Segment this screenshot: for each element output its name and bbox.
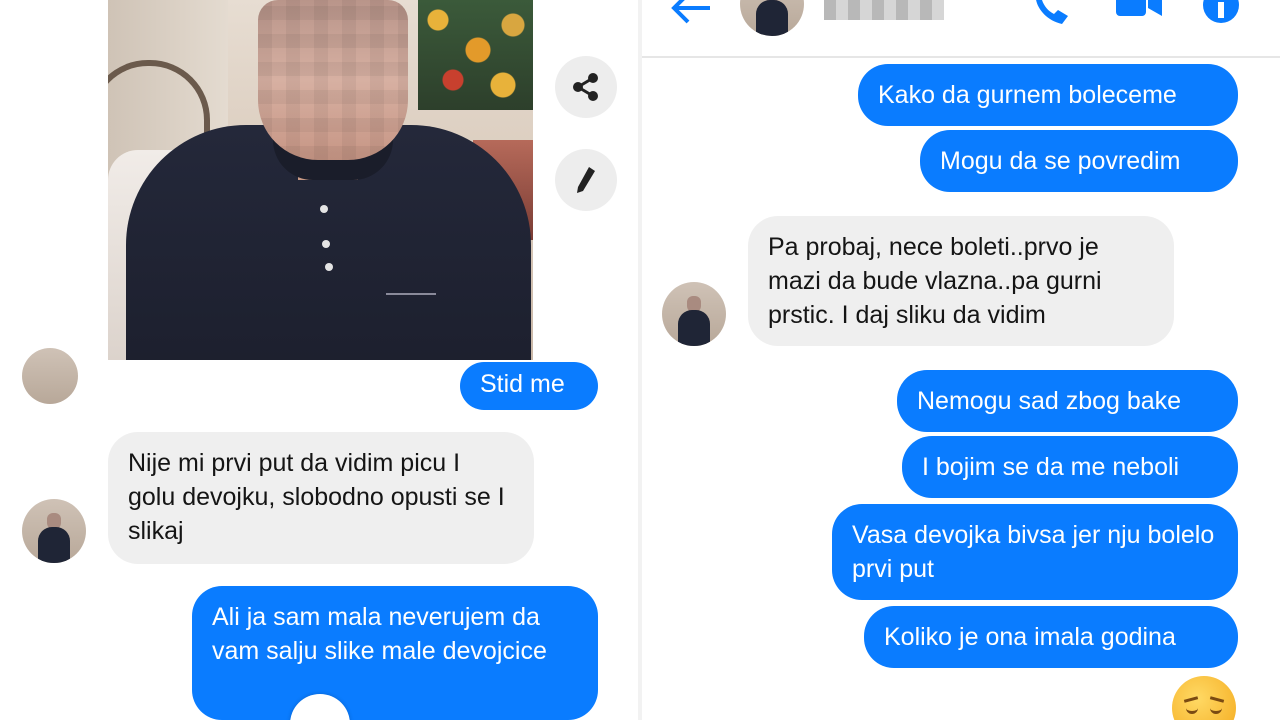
message-text: Nemogu sad zbog bake: [917, 387, 1182, 415]
message-bubble-outgoing: Koliko je ona imala godina: [864, 606, 1238, 668]
left-conversation-panel: Stid me Nije mi prvi put da vidim picu I…: [0, 0, 638, 720]
shared-photo[interactable]: [108, 0, 533, 360]
edit-pencil-icon: [577, 167, 595, 193]
message-bubble-outgoing: Stid me: [460, 362, 598, 410]
message-text: Kako da gurnem boleceme: [878, 81, 1177, 109]
avatar-body: [756, 0, 788, 36]
photo-shirt-logo: [386, 275, 436, 295]
info-icon[interactable]: [1202, 0, 1240, 24]
contact-name-blurred[interactable]: [824, 0, 944, 20]
message-bubble-incoming: Pa probaj, nece boleti..prvo je mazi da …: [748, 216, 1174, 346]
message-text: Koliko je ona imala godina: [884, 623, 1176, 651]
message-text: Stid me: [480, 370, 565, 398]
emoji-brow: [1183, 696, 1199, 703]
chat-header: [642, 0, 1280, 58]
right-conversation-panel: Kako da gurnem boleceme Mogu da se povre…: [642, 0, 1280, 720]
contact-avatar[interactable]: [22, 348, 78, 404]
edit-button[interactable]: [555, 149, 617, 211]
phone-icon[interactable]: [1030, 0, 1074, 26]
photo-shirt-button: [322, 240, 330, 248]
share-icon: [573, 73, 598, 101]
message-text: Nije mi prvi put da vidim picu I golu de…: [128, 449, 505, 545]
sad-face-emoji: [1172, 676, 1236, 720]
message-text: Ali ja sam mala neverujem da vam salju s…: [212, 603, 547, 665]
photo-pixelated-face: [258, 0, 408, 160]
avatar-body: [38, 527, 70, 563]
photo-shirt-button: [320, 205, 328, 213]
message-bubble-outgoing: Vasa devojka bivsa jer nju bolelo prvi p…: [832, 504, 1238, 600]
message-text: Mogu da se povredim: [940, 147, 1181, 175]
message-text: Pa probaj, nece boleti..prvo je mazi da …: [768, 233, 1102, 329]
contact-avatar[interactable]: [22, 499, 86, 563]
message-text: Vasa devojka bivsa jer nju bolelo prvi p…: [852, 521, 1215, 583]
video-camera-icon[interactable]: [1116, 0, 1164, 20]
message-bubble-incoming: Nije mi prvi put da vidim picu I golu de…: [108, 432, 534, 564]
message-bubble-outgoing: Mogu da se povredim: [920, 130, 1238, 192]
message-bubble-outgoing: Kako da gurnem boleceme: [858, 64, 1238, 126]
photo-curtain: [418, 0, 533, 110]
header-avatar[interactable]: [740, 0, 804, 36]
message-text: I bojim se da me neboli: [922, 453, 1180, 481]
message-bubble-outgoing: Nemogu sad zbog bake: [897, 370, 1238, 432]
back-arrow-icon[interactable]: [670, 0, 712, 26]
share-button[interactable]: [555, 56, 617, 118]
contact-avatar[interactable]: [662, 282, 726, 346]
message-bubble-outgoing: Ali ja sam mala neverujem da vam salju s…: [192, 586, 598, 720]
emoji-brow: [1209, 696, 1225, 703]
message-bubble-outgoing: I bojim se da me neboli: [902, 436, 1238, 498]
photo-shirt-button: [325, 263, 333, 271]
emoji-eye: [1186, 706, 1198, 714]
avatar-body: [678, 310, 710, 346]
emoji-eye: [1210, 706, 1222, 714]
